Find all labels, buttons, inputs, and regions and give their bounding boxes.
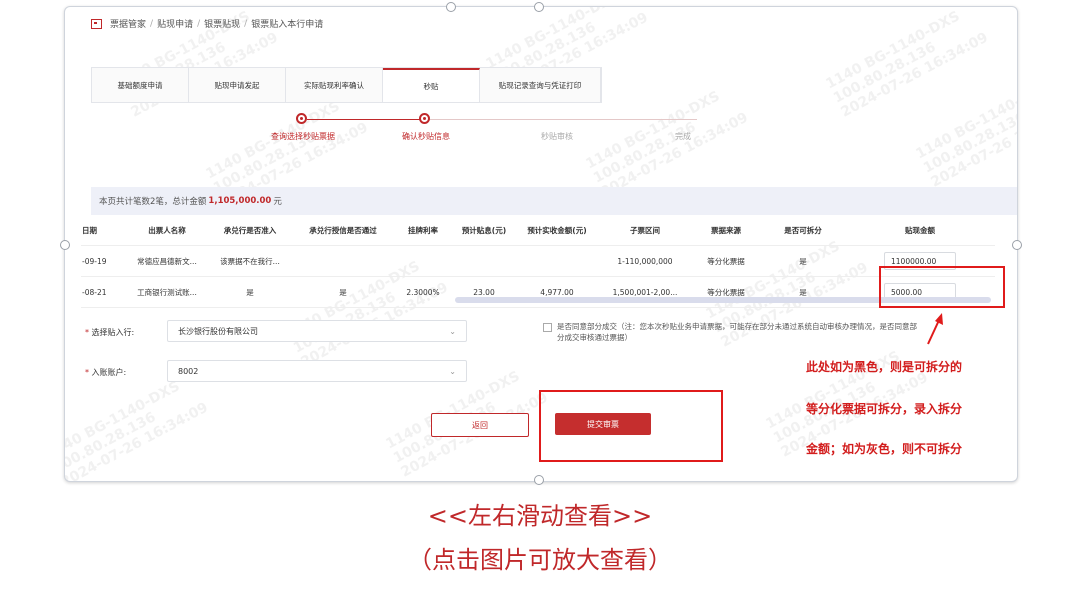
home-icon[interactable] — [91, 18, 102, 29]
required-mark: * — [85, 328, 89, 337]
cell-net-amount — [515, 245, 599, 277]
annotation-line: 金额；如为灰色，则不可拆分 — [806, 442, 963, 456]
highlight-box-submit — [539, 390, 723, 462]
breadcrumb: 票据管家 / 贴现申请 / 银票贴现 / 银票贴入本行申请 — [91, 17, 323, 30]
bank-label-text: 选择贴入行: — [91, 328, 135, 337]
cell-drawer: 常德应昌德新文... — [127, 245, 207, 277]
step-dot-done — [419, 113, 430, 124]
column-header: 出票人名称 — [127, 215, 207, 246]
column-header: 日期 — [81, 215, 127, 246]
step-label: 查询选择秒贴票据 — [271, 132, 335, 141]
resize-handle[interactable] — [534, 2, 544, 12]
required-mark: * — [85, 368, 89, 377]
breadcrumb-separator: / — [150, 18, 154, 29]
summary-bar: 本页共计笔数2笔，总计金额 1,105,000.00 元 — [91, 187, 1017, 215]
column-header: 子票区间 — [599, 215, 691, 246]
breadcrumb-separator: / — [197, 18, 201, 29]
partial-deal-text: 是否同意部分成交（注：您本次秒贴业务申请票据，可能存在部分未通过系统自动审核办理… — [557, 322, 917, 342]
breadcrumb-separator: / — [244, 18, 248, 29]
cell-date: -08-21 — [81, 276, 127, 308]
step-label: 完成 — [675, 132, 691, 141]
back-button[interactable]: 返回 — [431, 413, 529, 437]
column-header: 预计实收金额(元) — [515, 215, 599, 246]
column-header: 是否可拆分 — [761, 215, 845, 246]
column-header: 预计贴息(元) — [453, 215, 515, 246]
cell-acceptor-admitted: 该票据不在我行... — [207, 245, 293, 277]
caption-zoom: （点击图片可放大查看） — [408, 546, 672, 574]
cell-rate — [393, 245, 453, 277]
step-dot-done — [296, 113, 307, 124]
chevron-down-icon: ⌄ — [449, 367, 456, 376]
cell-interest — [453, 245, 515, 277]
table-header-row: 日期 出票人名称 承兑行是否准入 承兑行授信是否通过 挂牌利率 预计贴息(元) … — [81, 215, 995, 246]
cell-source: 等分化票据 — [691, 245, 761, 277]
account-label: * 入账账户: — [85, 367, 126, 378]
tab-instant-discount[interactable]: 秒贴 — [383, 68, 480, 102]
resize-handle[interactable] — [60, 240, 70, 250]
cell-sub-range: 1-110,000,000 — [599, 245, 691, 277]
chevron-down-icon: ⌄ — [449, 327, 456, 336]
cell-date: -09-19 — [81, 245, 127, 277]
breadcrumb-item[interactable]: 贴现申请 — [157, 17, 193, 30]
cell-credit-passed: 是 — [293, 276, 393, 308]
breadcrumb-current: 银票贴入本行申请 — [251, 20, 324, 30]
table-row[interactable]: -09-19 常德应昌德新文... 该票据不在我行... 1-110,000,0… — [81, 245, 995, 277]
summary-suffix: 元 — [273, 197, 282, 207]
arrow-up-icon — [927, 313, 943, 345]
cell-rate: 2.3000% — [393, 276, 453, 308]
tab-rate-confirm[interactable]: 实际贴现利率确认 — [286, 68, 383, 102]
step-line-pending — [427, 119, 697, 120]
partial-deal-checkbox[interactable] — [543, 323, 552, 332]
cell-drawer: 工商银行测试账... — [127, 276, 207, 308]
annotation-line: 此处如为黑色，则是可拆分的 — [806, 360, 963, 374]
resize-handle[interactable] — [1012, 240, 1022, 250]
step-label: 秒贴审核 — [541, 132, 573, 141]
highlight-box-amount — [879, 266, 1005, 308]
bank-select-value: 长沙银行股份有限公司 — [178, 326, 258, 336]
watermark: 1140 BG-1140-DXS 100.80.28.136 2024-07-2… — [64, 378, 211, 482]
summary-amount: 1,105,000.00 — [208, 196, 272, 206]
caption-swipe: <<左右滑动查看>> — [427, 502, 653, 530]
account-select[interactable]: 8002 ⌄ — [167, 360, 467, 382]
resize-handle[interactable] — [534, 475, 544, 485]
column-header: 票据来源 — [691, 215, 761, 246]
resize-handle[interactable] — [446, 2, 456, 12]
column-header: 贴现金额 — [845, 215, 995, 246]
annotation-line: 等分化票据可拆分，录入拆分 — [806, 402, 963, 416]
progress-stepper: 查询选择秒贴票据 确认秒贴信息 秒贴审核 完成 — [271, 109, 755, 149]
account-select-value: 8002 — [178, 366, 199, 376]
breadcrumb-item[interactable]: 银票贴现 — [204, 17, 240, 30]
account-label-text: 入账账户: — [91, 368, 127, 377]
column-header: 挂牌利率 — [393, 215, 453, 246]
column-header: 承兑行是否准入 — [207, 215, 293, 246]
step-line-done — [307, 119, 427, 120]
step-label: 确认秒贴信息 — [402, 132, 450, 141]
watermark: 1140 BG-1140-DXS 100.80.28.136 2024-07-2… — [823, 8, 991, 121]
cell-credit-passed — [293, 245, 393, 277]
tab-records-print[interactable]: 贴现记录查询与凭证打印 — [480, 68, 601, 102]
tab-discount-apply[interactable]: 贴现申请发起 — [189, 68, 286, 102]
tab-base-quota[interactable]: 基础额度申请 — [92, 68, 189, 102]
cell-splittable: 是 — [761, 245, 845, 277]
bank-select[interactable]: 长沙银行股份有限公司 ⌄ — [167, 320, 467, 342]
column-header: 承兑行授信是否通过 — [293, 215, 393, 246]
watermark: 1140 BG-1140-DXS 100.80.28.136 2024-07-2… — [913, 78, 1018, 191]
tab-bar: 基础额度申请 贴现申请发起 实际贴现利率确认 秒贴 贴现记录查询与凭证打印 — [91, 67, 602, 103]
cell-acceptor-admitted: 是 — [207, 276, 293, 308]
breadcrumb-item[interactable]: 票据管家 — [110, 17, 146, 30]
summary-prefix: 本页共计笔数2笔，总计金额 — [99, 197, 207, 207]
bank-label: * 选择贴入行: — [85, 327, 134, 338]
bill-table: 日期 出票人名称 承兑行是否准入 承兑行授信是否通过 挂牌利率 预计贴息(元) … — [81, 215, 995, 308]
